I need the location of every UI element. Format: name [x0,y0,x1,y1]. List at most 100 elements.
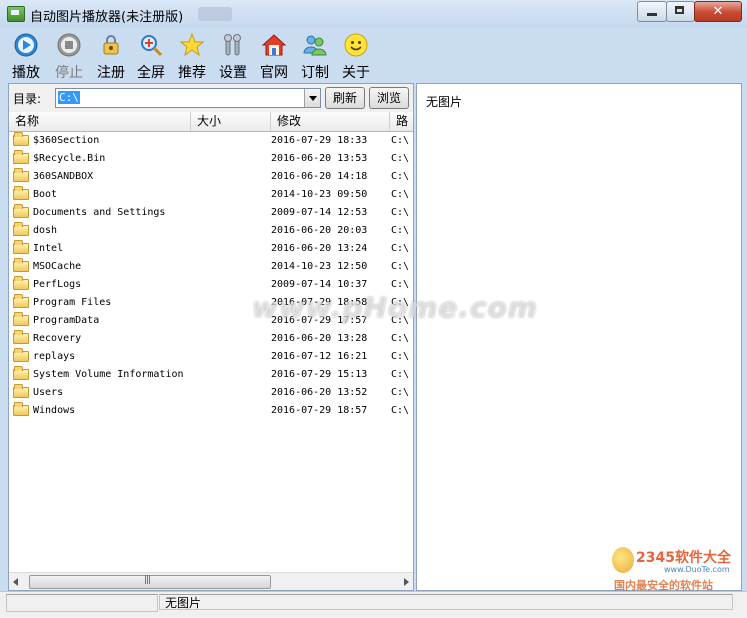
folder-icon [13,150,29,164]
item-modified: 2016-06-20 13:24 [271,243,368,254]
list-item[interactable]: $360Section 2016-07-29 18:33 C:\ [9,132,413,150]
close-icon: ✕ [712,4,724,19]
brand-url: www.DuoTe.com [664,565,730,574]
list-item[interactable]: Users 2016-06-20 13:52 C:\ [9,384,413,402]
scrollbar-thumb[interactable]: ||| [29,575,271,589]
list-header: 名称 大小 修改 路径 [9,112,413,132]
refresh-button[interactable]: 刷新 [325,87,365,109]
chevron-down-icon[interactable] [304,89,320,107]
column-header-modified[interactable]: 修改 [271,112,390,131]
file-list: $360Section 2016-07-29 18:33 C:\ $Recycle.… [9,132,413,570]
directory-label: 目录: [13,92,42,106]
about-button[interactable]: 关于 [339,31,373,81]
column-header-path[interactable]: 路径 [390,112,413,131]
folder-icon [13,330,29,344]
website-button[interactable]: 官网 [257,31,291,81]
folder-icon [13,366,29,380]
list-item[interactable]: Boot 2014-10-23 09:50 C:\ [9,186,413,204]
users-icon [303,35,327,56]
item-modified: 2016-06-20 13:28 [271,333,368,344]
list-item[interactable]: Intel 2016-06-20 13:24 C:\ [9,240,413,258]
item-modified: 2014-10-23 12:50 [271,261,368,272]
list-item[interactable]: MSOCache 2014-10-23 12:50 C:\ [9,258,413,276]
recommend-button[interactable]: 推荐 [175,31,209,81]
settings-label: 设置 [219,65,247,81]
folder-icon [13,132,29,146]
toolbar: 播放 停止 注册 全屏 推荐 设置 官网 订制 关于 [6,28,741,81]
item-modified: 2016-07-29 15:13 [271,369,368,380]
minimize-button[interactable] [637,1,667,22]
play-button[interactable]: 播放 [9,31,43,81]
list-item[interactable]: Documents and Settings 2009-07-14 12:53 C:… [9,204,413,222]
item-path: C:\ [391,387,410,398]
fullscreen-button[interactable]: 全屏 [134,31,168,81]
title-bar: 自动图片播放器(未注册版) ✕ [0,0,747,28]
folder-icon [13,240,29,254]
maximize-button[interactable] [666,1,695,22]
item-path: C:\ [391,189,410,200]
stop-icon [57,33,81,57]
list-item[interactable]: replays 2016-07-12 16:21 C:\ [9,348,413,366]
item-name: MSOCache [33,261,82,272]
minimize-icon [647,13,657,16]
folder-icon [13,276,29,290]
item-path: C:\ [391,405,410,416]
register-label: 注册 [97,65,125,81]
wrench-settings-icon [224,34,241,56]
maximize-icon [675,6,684,14]
list-item[interactable]: Windows 2016-07-29 18:57 C:\ [9,402,413,420]
list-item[interactable]: dosh 2016-06-20 20:03 C:\ [9,222,413,240]
grip-icon: ||| [144,575,151,585]
fullscreen-label: 全屏 [137,65,165,81]
play-icon [14,33,38,57]
stop-button[interactable]: 停止 [52,31,86,81]
list-item[interactable]: 360SANDBOX 2016-06-20 14:18 C:\ [9,168,413,186]
item-name: $Recycle.Bin [33,153,106,164]
preview-placeholder: 无图片 [426,95,463,109]
item-name: Program Files [33,297,112,308]
list-item[interactable]: Recovery 2016-06-20 13:28 C:\ [9,330,413,348]
item-modified: 2016-07-29 18:57 [271,405,368,416]
directory-value[interactable]: C:\ [58,91,80,104]
folder-icon [13,312,29,326]
item-name: Documents and Settings [33,207,166,218]
column-header-size[interactable]: 大小 [191,112,271,131]
smiley-icon [344,33,368,57]
item-modified: 2016-07-29 18:33 [271,135,368,146]
list-item[interactable]: System Volume Information 2016-07-29 15:1… [9,366,413,384]
item-modified: 2016-06-20 14:18 [271,171,368,182]
register-button[interactable]: 注册 [94,31,128,81]
item-name: System Volume Information [33,369,184,380]
item-modified: 2014-10-23 09:50 [271,189,368,200]
item-name: 360SANDBOX [33,171,94,182]
folder-icon [13,204,29,218]
item-path: C:\ [391,207,410,218]
horizontal-scrollbar[interactable]: ||| [9,572,413,590]
list-item[interactable]: $Recycle.Bin 2016-06-20 13:53 C:\ [9,150,413,168]
scroll-left-icon[interactable] [13,578,18,586]
preview-panel: 无图片 [416,83,742,591]
settings-button[interactable]: 设置 [216,31,250,81]
close-button[interactable]: ✕ [694,1,742,22]
item-modified: 2016-06-20 13:52 [271,387,368,398]
watermark: www.pHome.com [252,291,538,324]
item-name: replays [33,351,76,362]
folder-icon [13,258,29,272]
mascot-icon [612,547,634,573]
item-path: C:\ [391,153,410,164]
directory-combobox[interactable]: C:\ [55,88,321,108]
customize-button[interactable]: 订制 [298,31,332,81]
item-path: C:\ [391,261,410,272]
browse-button[interactable]: 浏览 [369,87,409,109]
play-label: 播放 [12,65,40,81]
column-header-name[interactable]: 名称 [9,112,191,131]
scroll-right-icon[interactable] [404,578,409,586]
brand-slogan: 国内最安全的软件站 [614,579,713,592]
item-name: $360Section [33,135,100,146]
status-text: 无图片 [159,594,733,610]
item-path: C:\ [391,333,410,344]
item-modified: 2016-06-20 20:03 [271,225,368,236]
folder-icon [13,222,29,236]
app-icon[interactable] [7,6,25,22]
item-name: Users [33,387,64,398]
